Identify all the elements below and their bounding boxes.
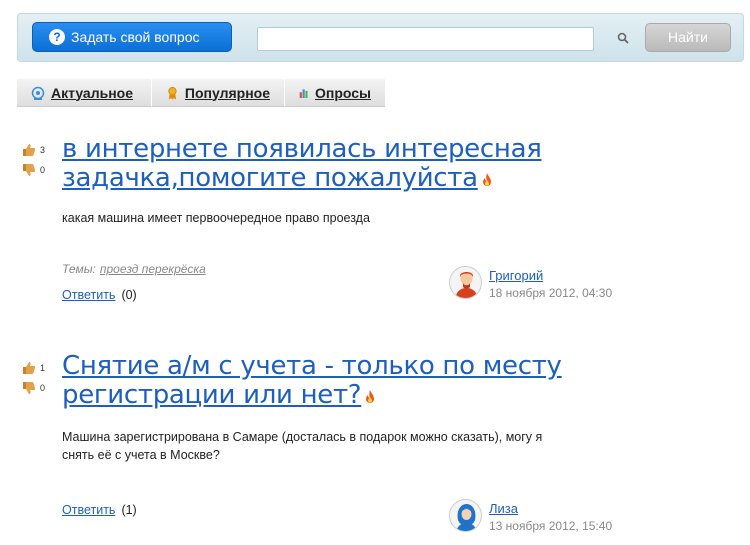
question-title[interactable]: в интернете появилась интересная задачка…	[62, 135, 582, 193]
bar-chart-icon	[299, 88, 308, 98]
question-text-line: снять её с учета в Москве?	[62, 448, 220, 462]
answer-count: (1)	[121, 503, 137, 517]
tab-polls-label: Опросы	[314, 84, 371, 101]
answer-count: (0)	[121, 288, 137, 302]
answer-row: Ответить (0)	[62, 288, 137, 302]
like-count: 1	[40, 363, 46, 373]
question-title-line: в интернете появилась интересная	[62, 134, 542, 164]
themes-row: Темы: проезд перекрёска	[62, 262, 206, 276]
question-text: Машина зарегистрирована в Самаре (достал…	[62, 428, 622, 464]
question-title[interactable]: Снятие а/м с учета - только по месту рег…	[62, 352, 582, 410]
avatar[interactable]	[449, 499, 482, 532]
ribbon-icon	[168, 86, 177, 99]
thumbs-up-icon[interactable]	[22, 361, 36, 375]
user-female-icon	[456, 504, 477, 531]
ask-question-button[interactable]: ? Задать свой вопрос	[32, 22, 232, 52]
question-icon: ?	[49, 29, 65, 45]
like-row[interactable]: 1	[22, 358, 52, 378]
tab-popular[interactable]: Популярное	[152, 79, 285, 107]
target-icon	[31, 86, 45, 100]
themes-label: Темы:	[62, 262, 96, 276]
question-title-line: Снятие а/м с учета - только по месту	[62, 351, 562, 381]
post-date: 18 ноября 2012, 04:30	[489, 286, 613, 300]
like-count: 3	[40, 145, 46, 155]
answer-link[interactable]: Ответить	[62, 288, 115, 302]
tab-actual-label: Актуальное	[51, 84, 134, 101]
dislike-row[interactable]: 0	[22, 378, 52, 398]
like-row[interactable]: 3	[22, 140, 52, 160]
question-text-line: Машина зарегистрирована в Самаре (достал…	[62, 430, 543, 444]
ask-question-label: Задать свой вопрос	[71, 29, 200, 45]
dislike-row[interactable]: 0	[22, 160, 52, 180]
theme-tag[interactable]: проезд перекрёска	[100, 262, 206, 276]
question-title-line: регистрации или нет?	[62, 380, 362, 410]
answer-row: Ответить (1)	[62, 503, 137, 517]
dislike-count: 0	[40, 383, 46, 393]
post-date: 13 ноября 2012, 15:40	[489, 519, 613, 533]
thumbs-down-icon[interactable]	[22, 381, 36, 395]
author-block: Лиза 13 ноября 2012, 15:40	[449, 499, 669, 539]
author-name[interactable]: Лиза	[489, 501, 518, 516]
tab-polls[interactable]: Опросы	[285, 79, 386, 107]
search-input[interactable]	[257, 27, 594, 51]
question-title-line: задачка,помогите пожалуйста	[62, 163, 478, 193]
tab-popular-label: Популярное	[184, 84, 270, 101]
vote-block: 3 0	[22, 140, 52, 180]
avatar[interactable]	[449, 266, 482, 299]
search-icon[interactable]	[617, 32, 629, 44]
vote-block: 1 0	[22, 358, 52, 398]
tab-actual[interactable]: Актуальное	[17, 79, 152, 107]
thumbs-up-icon[interactable]	[22, 143, 36, 157]
fire-icon	[482, 173, 491, 186]
category-tabs: Актуальное Популярное Опросы	[17, 79, 386, 107]
find-button[interactable]: Найти	[645, 23, 731, 52]
search-bar: ? Задать свой вопрос Найти	[17, 13, 744, 62]
fire-icon	[366, 390, 375, 403]
author-block: Григорий 18 ноября 2012, 04:30	[449, 266, 669, 306]
thumbs-down-icon[interactable]	[22, 163, 36, 177]
user-male-icon	[455, 272, 478, 298]
question-text: какая машина имеет первоочередное право …	[62, 211, 370, 225]
dislike-count: 0	[40, 165, 46, 175]
author-name[interactable]: Григорий	[489, 268, 543, 283]
answer-link[interactable]: Ответить	[62, 503, 115, 517]
